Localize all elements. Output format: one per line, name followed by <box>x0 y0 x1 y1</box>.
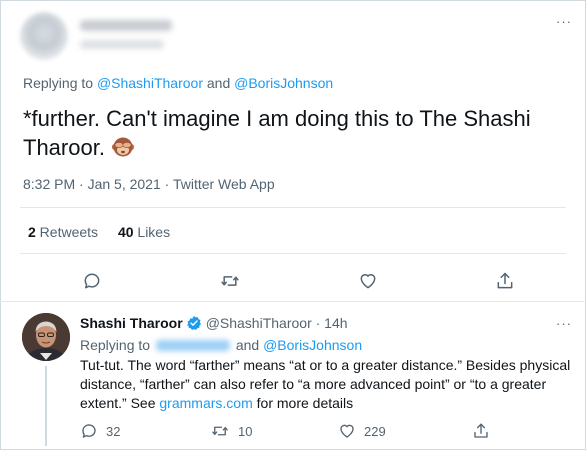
author-avatar-blurred[interactable] <box>20 12 68 60</box>
like-button[interactable] <box>353 266 383 296</box>
main-tweet-author[interactable] <box>20 10 560 62</box>
reply-button[interactable] <box>77 266 107 296</box>
reply-text: Tut-tut. The word “farther” means “at or… <box>80 356 572 413</box>
replying-to-line: Replying to @ShashiTharoor and @BorisJoh… <box>23 75 333 91</box>
share-icon <box>474 423 488 438</box>
reply-count: 32 <box>106 423 121 439</box>
mention-shashitharoor-link[interactable]: @ShashiTharoor <box>97 75 203 91</box>
reply-text-part-2: for more details <box>252 395 354 411</box>
main-tweet-body: *further. Can't imagine I am doing this … <box>23 106 531 160</box>
mention-borisjohnson-link[interactable]: @BorisJohnson <box>263 337 362 353</box>
author-handle-blurred <box>80 40 164 49</box>
like-count: 229 <box>364 423 386 439</box>
reply-replying-to-line: Replying to and @BorisJohnson <box>80 337 362 353</box>
see-no-evil-monkey-icon <box>111 135 135 166</box>
reply-handle-time[interactable]: @ShashiTharoor · 14h <box>206 315 348 331</box>
reply-icon <box>84 273 100 289</box>
retweets-label: Retweets <box>35 224 99 240</box>
mention-borisjohnson-link[interactable]: @BorisJohnson <box>234 75 333 91</box>
main-tweet-text: *further. Can't imagine I am doing this … <box>23 104 563 166</box>
tweet-timestamp[interactable]: 8:32 PM · Jan 5, 2021 · Twitter Web App <box>23 176 275 192</box>
reply-more-options-icon[interactable]: ··· <box>556 316 572 331</box>
reply-actions: 32 10 229 <box>80 420 560 442</box>
retweet-icon <box>212 426 228 436</box>
likes-label: Likes <box>133 224 171 240</box>
and-label: and <box>202 75 235 91</box>
heart-icon <box>340 424 354 438</box>
reply-like-button[interactable]: 229 <box>338 420 386 442</box>
retweet-icon <box>221 276 239 286</box>
author-name-blurred[interactable] <box>80 20 172 31</box>
divider <box>20 207 566 208</box>
retweet-button[interactable] <box>215 266 245 296</box>
likes-stat[interactable]: 40 Likes <box>118 224 170 240</box>
tweet-stats: 2 Retweets 40 Likes <box>28 224 186 240</box>
verified-badge-icon <box>186 315 202 334</box>
heart-icon <box>360 274 376 289</box>
grammars-link[interactable]: grammars.com <box>159 395 252 411</box>
reply-author-name[interactable]: Shashi Tharoor <box>80 315 183 331</box>
likes-count: 40 <box>117 224 134 240</box>
reply-icon <box>82 424 96 438</box>
reply-share-button[interactable] <box>472 420 490 442</box>
replying-to-label: Replying to <box>80 337 154 353</box>
main-tweet-actions <box>20 266 566 296</box>
share-icon <box>497 272 513 289</box>
reply-header: Shashi Tharoor @ShashiTharoor · 14h <box>80 315 348 334</box>
thread-connector-line <box>45 366 47 446</box>
share-button[interactable] <box>490 266 520 296</box>
retweets-count: 2 <box>28 224 36 240</box>
mention-blurred-link[interactable] <box>155 340 230 351</box>
divider <box>0 301 586 302</box>
divider <box>20 253 566 254</box>
reply-author-avatar[interactable] <box>22 313 70 361</box>
and-label: and <box>231 337 264 353</box>
reply-reply-button[interactable]: 32 <box>80 420 120 442</box>
retweet-count: 10 <box>238 423 253 439</box>
replying-to-label: Replying to <box>23 75 97 91</box>
reply-retweet-button[interactable]: 10 <box>210 420 252 442</box>
retweets-stat[interactable]: 2 Retweets <box>28 224 98 240</box>
more-options-icon[interactable]: ··· <box>556 14 572 29</box>
